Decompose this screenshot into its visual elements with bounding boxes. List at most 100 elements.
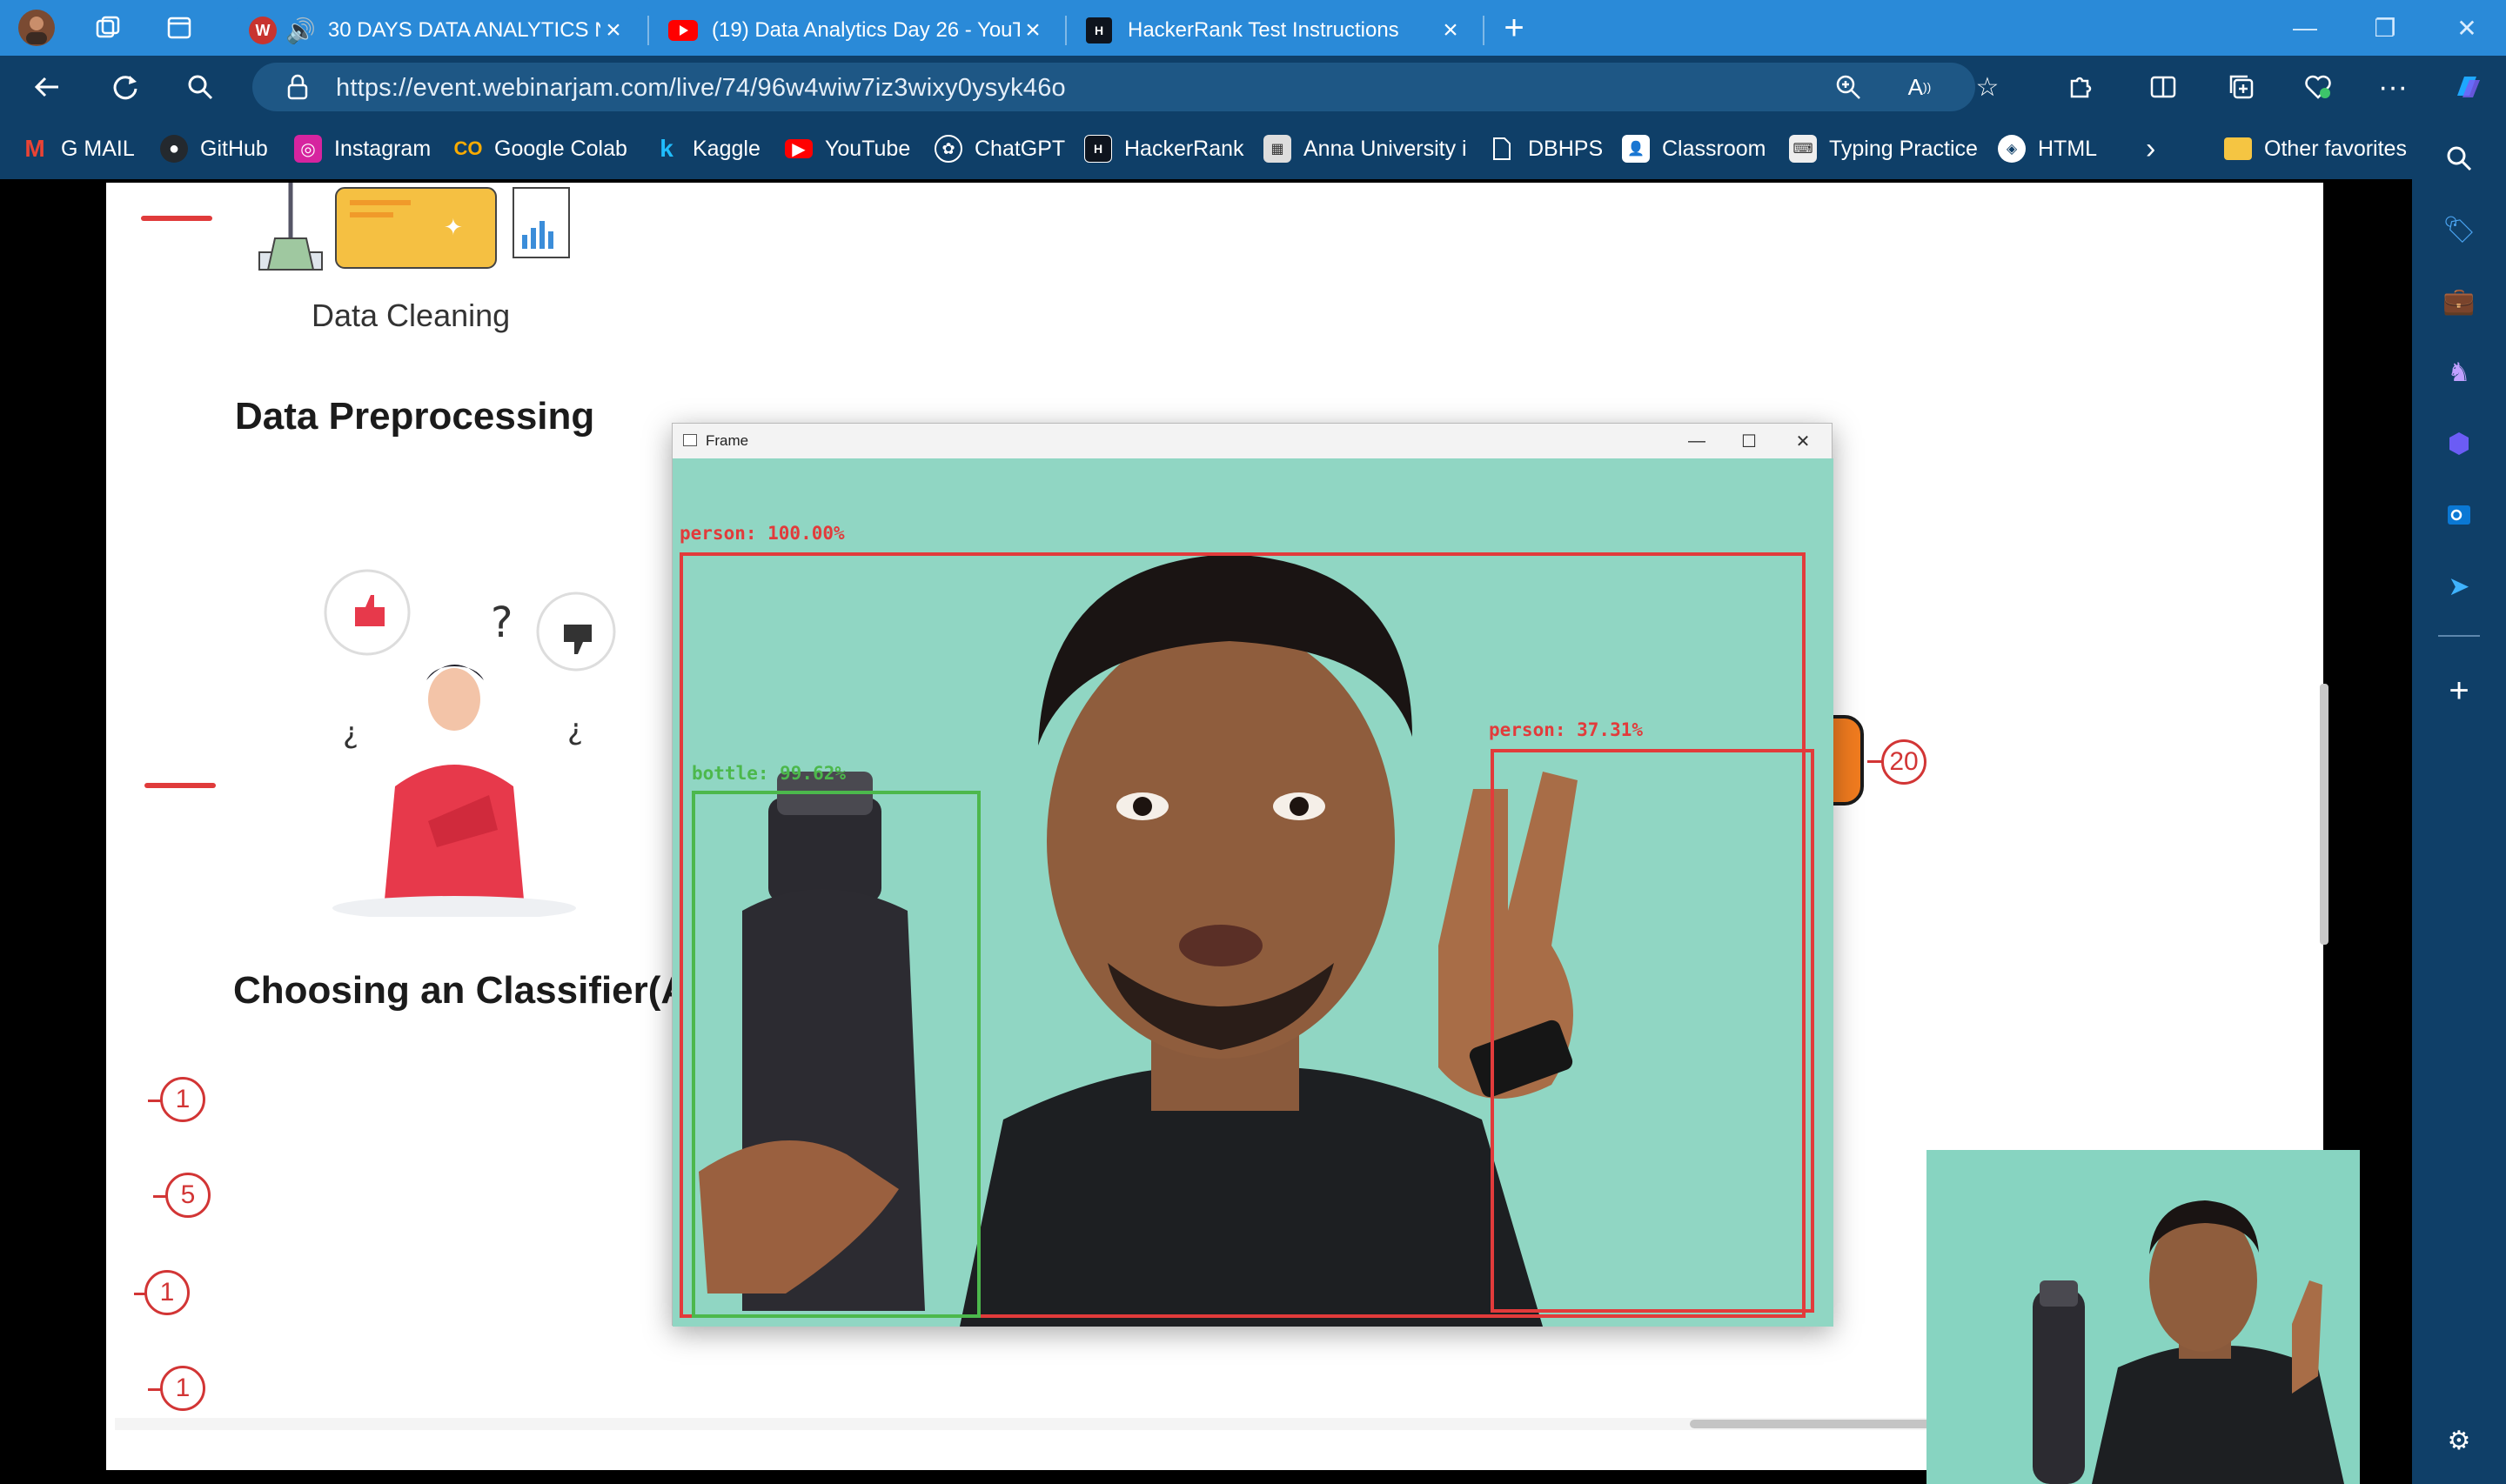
youtube-icon xyxy=(668,20,698,41)
webinarjam-icon: W xyxy=(249,17,277,44)
close-icon[interactable]: × xyxy=(600,16,626,45)
favorite-gmail[interactable]: M G MAIL xyxy=(21,130,134,167)
tools-briefcase-icon[interactable]: 💼 xyxy=(2438,280,2480,322)
send-icon[interactable]: ➤ xyxy=(2438,565,2480,607)
sidebar-search-icon[interactable] xyxy=(2438,137,2480,179)
edge-sidebar: 🏷 💼 ♞ ➤ + ⚙ xyxy=(2412,118,2506,1484)
favorite-github[interactable]: ● GitHub xyxy=(160,130,268,167)
tab-divider xyxy=(647,16,649,45)
add-sidebar-icon[interactable]: + xyxy=(2438,670,2480,712)
tab-webinar[interactable]: W 🔊 30 DAYS DATA ANALYTICS N × xyxy=(233,5,642,56)
tab-divider xyxy=(1483,16,1484,45)
detection-box-bottle xyxy=(692,791,981,1318)
webcam-video-feed: person: 100.00% person: 37.31% bottle: 9… xyxy=(673,458,1833,1327)
data-preprocessing-heading: Data Preprocessing xyxy=(235,395,595,438)
favorite-typing-practice[interactable]: ⌨ Typing Practice xyxy=(1789,130,1978,167)
browser-essentials-icon[interactable] xyxy=(2297,66,2339,108)
sidebar-divider xyxy=(2438,635,2480,637)
frame-titlebar[interactable]: Frame — ☐ ✕ xyxy=(673,424,1832,458)
favorite-star-icon[interactable]: ☆ xyxy=(1968,68,2007,106)
instagram-icon: ◎ xyxy=(294,135,322,163)
svg-text:¿: ¿ xyxy=(567,712,583,747)
more-options-icon[interactable]: ··· xyxy=(2372,66,2414,108)
detection-label-person: person: 100.00% xyxy=(680,523,845,544)
annotation-mark xyxy=(141,216,212,221)
list-number: 1 xyxy=(160,1366,205,1411)
frame-close-button[interactable]: ✕ xyxy=(1779,427,1826,455)
tab-hackerrank[interactable]: H HackerRank Test Instructions × xyxy=(1070,5,1479,56)
zoom-icon[interactable] xyxy=(1829,68,1867,106)
refresh-button[interactable] xyxy=(104,66,146,108)
youtube-icon: ▶ xyxy=(785,139,813,159)
hackerrank-icon: H xyxy=(1086,17,1112,43)
tab-youtube[interactable]: (19) Data Analytics Day 26 - YouT × xyxy=(653,5,1062,56)
games-icon[interactable]: ♞ xyxy=(2438,351,2480,393)
annotation-mark xyxy=(144,783,216,788)
close-icon[interactable]: × xyxy=(1437,16,1464,45)
thinking-person-illustration: ? ¿ ¿ xyxy=(324,569,689,920)
extensions-icon[interactable] xyxy=(2059,66,2101,108)
close-window-button[interactable]: ✕ xyxy=(2436,7,2497,49)
favorites-overflow-chevron-icon[interactable]: › xyxy=(2146,130,2155,167)
data-cleaning-caption: Data Cleaning xyxy=(312,297,511,333)
detection-label-person-hand: person: 37.31% xyxy=(1489,719,1644,740)
favorite-hackerrank[interactable]: H HackerRank xyxy=(1084,130,1244,167)
workspaces-icon[interactable] xyxy=(89,9,127,47)
tab-actions-icon[interactable] xyxy=(160,9,198,47)
anna-university-icon: ▦ xyxy=(1263,135,1291,163)
frame-minimize-button[interactable]: — xyxy=(1673,427,1720,455)
presenter-camera-pip[interactable] xyxy=(1926,1150,2360,1484)
sidebar-settings-icon[interactable]: ⚙ xyxy=(2438,1420,2480,1461)
microsoft-365-icon[interactable] xyxy=(2438,423,2480,465)
profile-avatar[interactable] xyxy=(17,9,56,47)
read-aloud-icon[interactable]: A)) xyxy=(1900,68,1939,106)
lock-icon[interactable] xyxy=(278,68,317,106)
other-favorites[interactable]: Other favorites xyxy=(2224,130,2407,167)
favorite-colab[interactable]: CO Google Colab xyxy=(454,130,627,167)
classroom-icon: 👤 xyxy=(1622,135,1650,163)
frame-maximize-button[interactable]: ☐ xyxy=(1725,427,1772,455)
folder-icon xyxy=(2224,137,2252,160)
colab-icon: CO xyxy=(453,137,483,159)
address-bar-row: https://event.webinarjam.com/live/74/96w… xyxy=(0,56,2506,118)
svg-text:¿: ¿ xyxy=(343,716,358,751)
frame-title: Frame xyxy=(706,432,749,449)
presenter-scene xyxy=(1926,1150,2360,1484)
collections-icon[interactable] xyxy=(2221,66,2262,108)
typing-icon: ⌨ xyxy=(1789,135,1817,163)
favorite-anna-university[interactable]: ▦ Anna University i xyxy=(1263,130,1467,167)
back-button[interactable] xyxy=(26,66,68,108)
gmail-icon: M xyxy=(24,135,45,162)
favorite-kaggle[interactable]: k Kaggle xyxy=(653,130,761,167)
favorite-html[interactable]: ◈ HTML xyxy=(1998,130,2097,167)
favorite-dbhps[interactable]: DBHPS xyxy=(1488,130,1603,167)
outlook-icon[interactable] xyxy=(2438,494,2480,536)
close-icon[interactable]: × xyxy=(1020,16,1046,45)
page-scrollbar-thumb[interactable] xyxy=(2320,684,2328,945)
new-tab-button[interactable]: + xyxy=(1495,9,1533,47)
tab-divider xyxy=(1065,16,1067,45)
page-icon xyxy=(1488,135,1516,163)
chatgpt-icon: ✿ xyxy=(935,135,962,163)
favorite-instagram[interactable]: ◎ Instagram xyxy=(294,130,431,167)
copilot-icon[interactable] xyxy=(2447,66,2489,108)
search-icon[interactable] xyxy=(179,66,221,108)
restore-button[interactable]: ❐ xyxy=(2355,7,2416,49)
data-cleaning-illustration: ✦ xyxy=(254,183,585,278)
favorite-chatgpt[interactable]: ✿ ChatGPT xyxy=(935,130,1065,167)
svg-text:?: ? xyxy=(491,598,513,647)
list-number: 1 xyxy=(144,1270,190,1315)
favorite-classroom[interactable]: 👤 Classroom xyxy=(1622,130,1766,167)
favorite-youtube[interactable]: ▶ YouTube xyxy=(785,130,910,167)
number-badge-20: 20 xyxy=(1881,739,1926,785)
speaker-icon[interactable]: 🔊 xyxy=(285,17,316,45)
shopping-tag-icon[interactable]: 🏷 xyxy=(2438,209,2480,251)
split-screen-icon[interactable] xyxy=(2142,66,2184,108)
favorites-bar: M G MAIL ● GitHub ◎ Instagram CO Google … xyxy=(0,118,2506,179)
html-icon: ◈ xyxy=(1998,135,2026,163)
url-field[interactable]: https://event.webinarjam.com/live/74/96w… xyxy=(252,63,1999,111)
minimize-button[interactable]: — xyxy=(2275,7,2335,49)
frame-window[interactable]: Frame — ☐ ✕ person: 100.00% person: 37.3… xyxy=(672,423,1833,1327)
tab-title: HackerRank Test Instructions xyxy=(1128,18,1399,42)
choosing-classifier-heading: Choosing an Classifier(Al xyxy=(233,969,700,1012)
